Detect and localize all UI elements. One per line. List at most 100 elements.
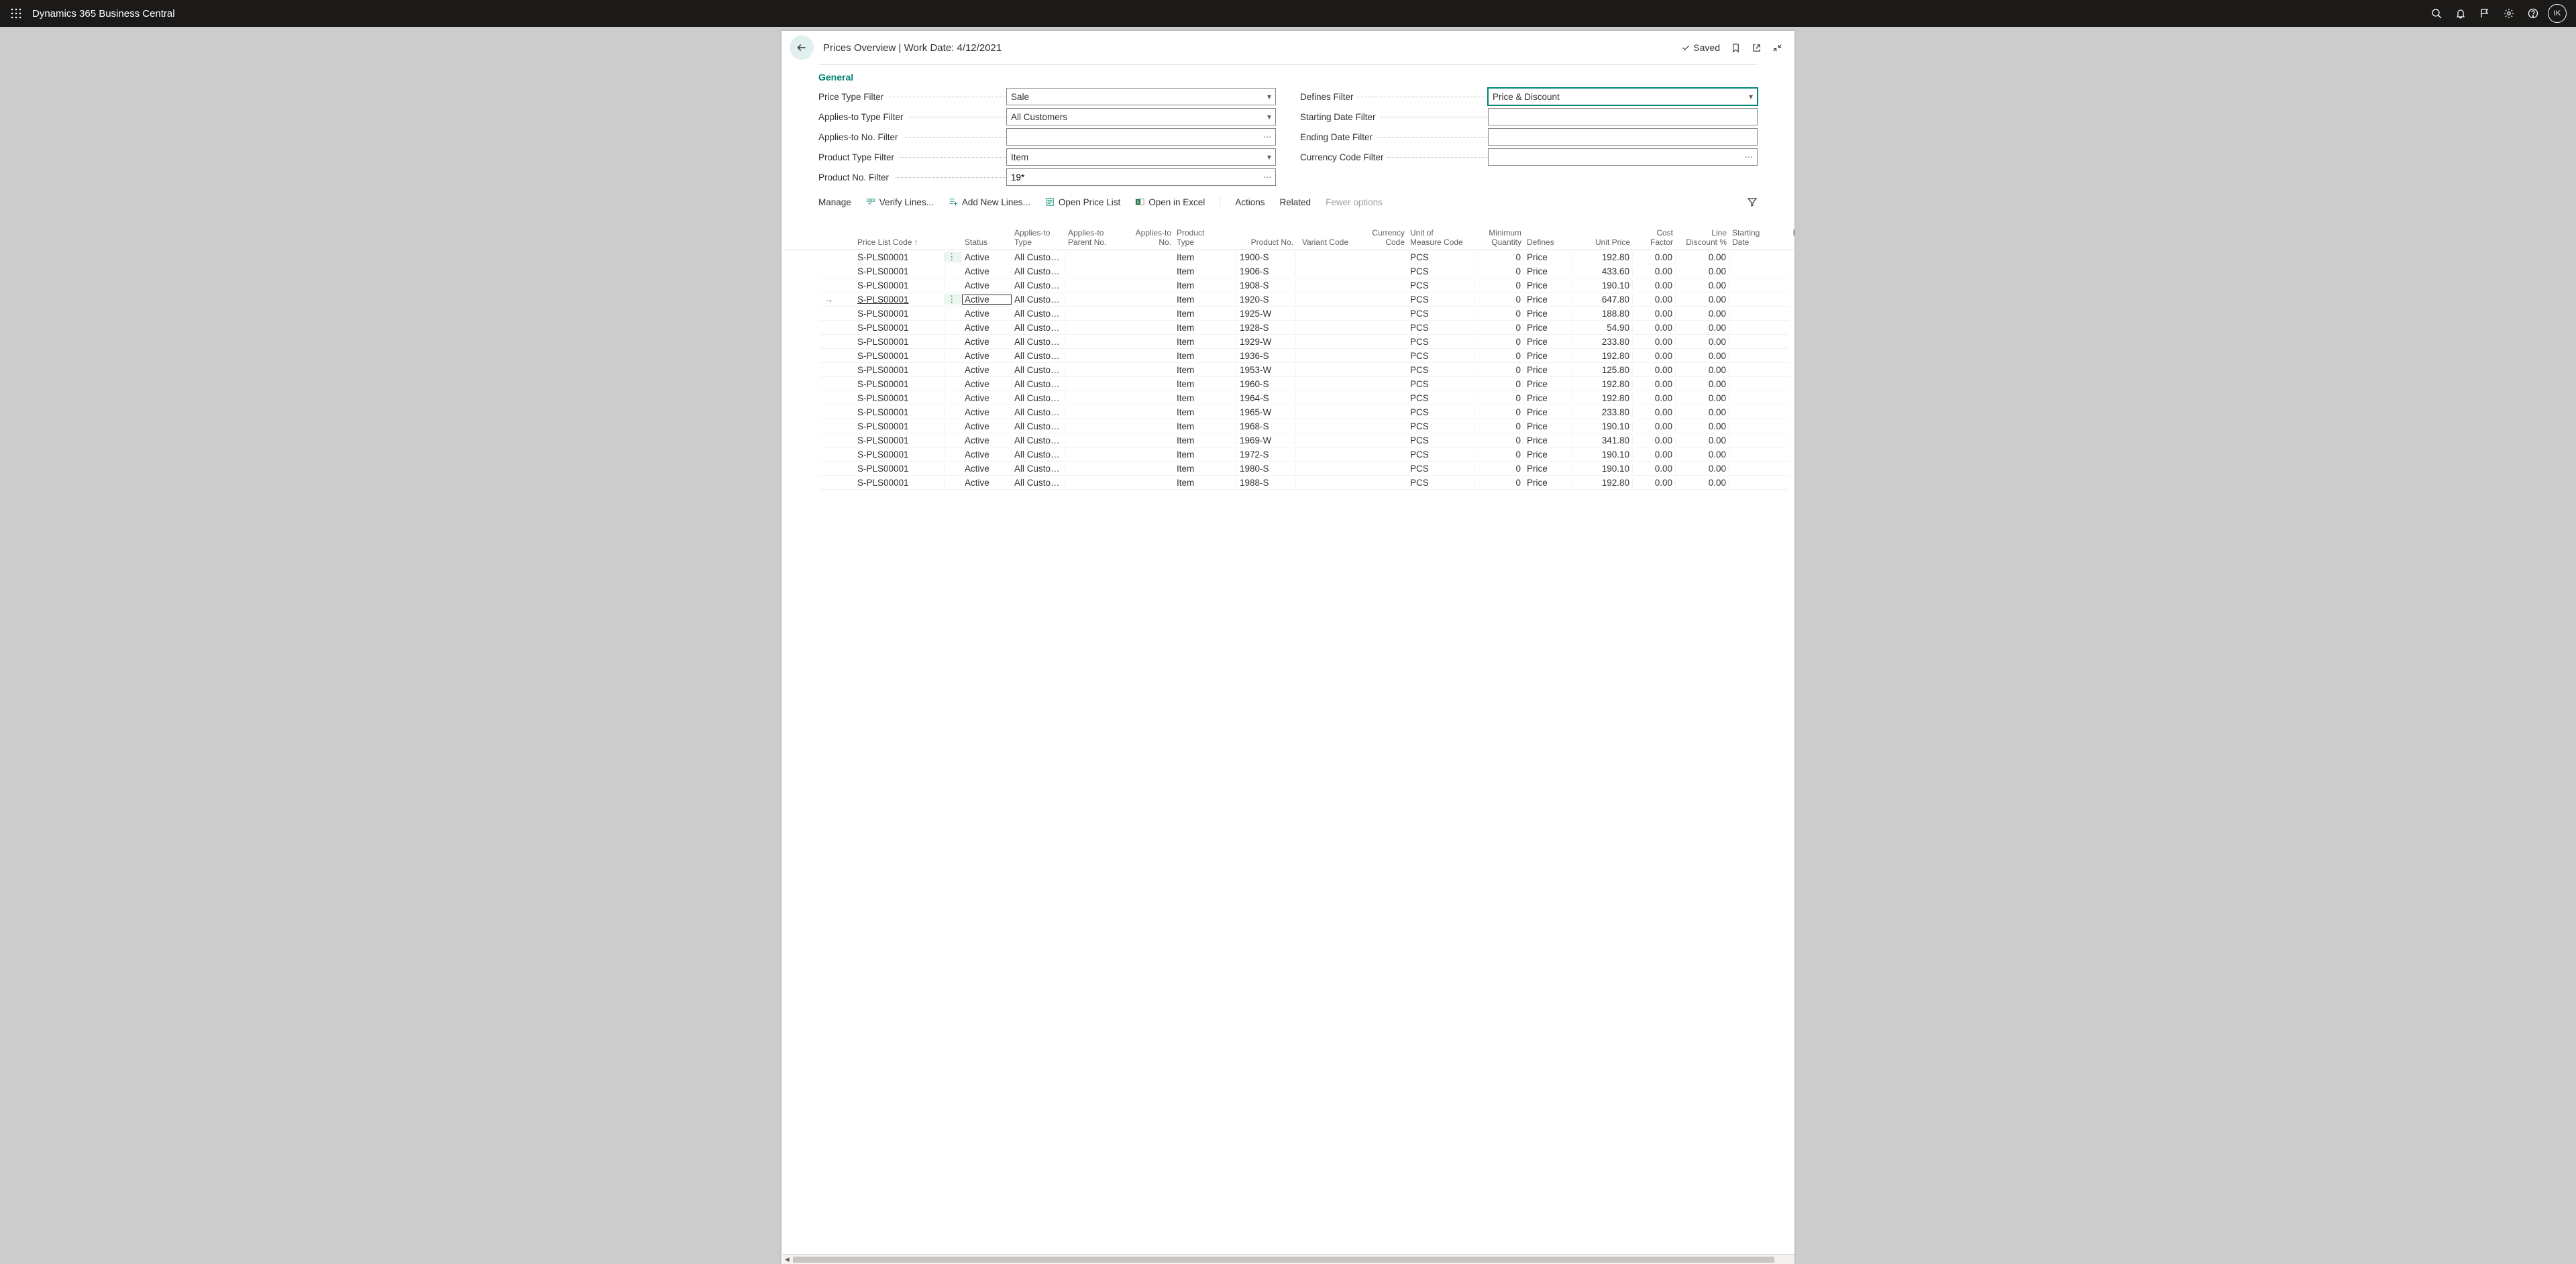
cell-cost-factor[interactable]: 0.00 <box>1633 295 1676 305</box>
cell-cost-factor[interactable]: 0.00 <box>1633 393 1676 403</box>
cell-cost-factor[interactable]: 0.00 <box>1633 435 1676 445</box>
cell-min-qty[interactable]: 0 <box>1474 379 1524 389</box>
cell-price-list-code[interactable]: S-PLS00001 <box>855 351 945 361</box>
cell-applies-to-type[interactable]: All Custome… <box>1012 464 1065 474</box>
lookup-icon[interactable]: ⋯ <box>1263 172 1271 182</box>
cell-product-no[interactable]: 1936-S <box>1237 351 1296 361</box>
col-applies-to-no[interactable]: Applies-to No. <box>1119 229 1174 248</box>
cell-defines[interactable]: Price <box>1524 266 1572 276</box>
col-applies-to-parent-no[interactable]: Applies-to Parent No. <box>1065 229 1119 248</box>
table-row[interactable]: S-PLS00001 Active All Custome… Item 1929… <box>820 335 1789 349</box>
cell-product-no[interactable]: 1988-S <box>1237 478 1296 488</box>
cell-defines[interactable]: Price <box>1524 464 1572 474</box>
search-icon[interactable] <box>2424 0 2449 27</box>
cell-line-discount[interactable]: 0.00 <box>1676 309 1729 319</box>
cell-price-list-code[interactable]: S-PLS00001 <box>855 280 945 291</box>
cell-min-qty[interactable]: 0 <box>1474 407 1524 417</box>
cell-defines[interactable]: Price <box>1524 280 1572 291</box>
horizontal-scrollbar[interactable]: ◂ <box>783 1254 1794 1264</box>
cell-status[interactable]: Active <box>962 407 1012 417</box>
cell-line-discount[interactable]: 0.00 <box>1676 464 1729 474</box>
defines-filter-select[interactable]: Price & Discount ▾ <box>1488 88 1758 105</box>
table-row[interactable]: S-PLS00001 Active All Custome… Item 1964… <box>820 391 1789 405</box>
cell-line-discount[interactable]: 0.00 <box>1676 266 1729 276</box>
cell-product-no[interactable]: 1920-S <box>1237 295 1296 305</box>
verify-lines-button[interactable]: Verify Lines... <box>866 197 934 207</box>
cell-min-qty[interactable]: 0 <box>1474 295 1524 305</box>
notifications-icon[interactable] <box>2449 0 2473 27</box>
cell-applies-to-type[interactable]: All Custome… <box>1012 295 1065 305</box>
cell-product-type[interactable]: Item <box>1174 252 1237 262</box>
cell-status[interactable]: Active <box>962 309 1012 319</box>
ending-date-filter-input[interactable] <box>1488 128 1758 146</box>
cell-status[interactable]: Active <box>962 421 1012 431</box>
cell-min-qty[interactable]: 0 <box>1474 323 1524 333</box>
cell-applies-to-type[interactable]: All Custome… <box>1012 421 1065 431</box>
cell-product-type[interactable]: Item <box>1174 450 1237 460</box>
cell-unit-price[interactable]: 192.80 <box>1572 351 1633 361</box>
cell-uom[interactable]: PCS <box>1407 351 1474 361</box>
cell-cost-factor[interactable]: 0.00 <box>1633 252 1676 262</box>
cell-uom[interactable]: PCS <box>1407 393 1474 403</box>
cell-product-type[interactable]: Item <box>1174 393 1237 403</box>
cell-unit-price[interactable]: 125.80 <box>1572 365 1633 375</box>
cell-uom[interactable]: PCS <box>1407 478 1474 488</box>
lookup-icon[interactable]: ⋯ <box>1745 152 1753 162</box>
cell-status[interactable]: Active <box>962 351 1012 361</box>
price-type-filter-select[interactable]: Sale ▾ <box>1006 88 1276 105</box>
col-unit-price[interactable]: Unit Price <box>1572 238 1633 248</box>
cell-status[interactable]: Active <box>962 280 1012 291</box>
cell-defines[interactable]: Price <box>1524 393 1572 403</box>
cell-defines[interactable]: Price <box>1524 450 1572 460</box>
cell-product-no[interactable]: 1980-S <box>1237 464 1296 474</box>
cell-defines[interactable]: Price <box>1524 379 1572 389</box>
cell-min-qty[interactable]: 0 <box>1474 478 1524 488</box>
table-row[interactable]: S-PLS00001 Active All Custome… Item 1906… <box>820 264 1789 278</box>
cell-applies-to-type[interactable]: All Custome… <box>1012 365 1065 375</box>
cell-cost-factor[interactable]: 0.00 <box>1633 323 1676 333</box>
cell-line-discount[interactable]: 0.00 <box>1676 295 1729 305</box>
cell-price-list-code[interactable]: S-PLS00001 <box>855 421 945 431</box>
cell-applies-to-type[interactable]: All Custome… <box>1012 323 1065 333</box>
cell-unit-price[interactable]: 233.80 <box>1572 407 1633 417</box>
cell-status[interactable]: Active <box>962 295 1012 305</box>
cell-defines[interactable]: Price <box>1524 351 1572 361</box>
cell-unit-price[interactable]: 341.80 <box>1572 435 1633 445</box>
cell-product-no[interactable]: 1900-S <box>1237 252 1296 262</box>
cell-status[interactable]: Active <box>962 365 1012 375</box>
add-new-lines-button[interactable]: Add New Lines... <box>949 197 1030 207</box>
cell-unit-price[interactable]: 54.90 <box>1572 323 1633 333</box>
cell-uom[interactable]: PCS <box>1407 280 1474 291</box>
table-row[interactable]: S-PLS00001 Active All Custome… Item 1908… <box>820 278 1789 293</box>
col-min-qty[interactable]: Minimum Quantity <box>1474 229 1524 248</box>
cell-product-type[interactable]: Item <box>1174 337 1237 347</box>
table-row[interactable]: S-PLS00001 Active All Custome… Item 1988… <box>820 476 1789 490</box>
cell-uom[interactable]: PCS <box>1407 421 1474 431</box>
col-product-no[interactable]: Product No. <box>1237 238 1296 248</box>
cell-line-discount[interactable]: 0.00 <box>1676 252 1729 262</box>
cell-product-type[interactable]: Item <box>1174 379 1237 389</box>
cell-product-no[interactable]: 1928-S <box>1237 323 1296 333</box>
currency-code-filter-input[interactable]: ⋯ <box>1488 148 1758 166</box>
product-no-filter-value[interactable] <box>1011 172 1263 182</box>
cell-applies-to-type[interactable]: All Custome… <box>1012 450 1065 460</box>
cell-status[interactable]: Active <box>962 323 1012 333</box>
cell-product-type[interactable]: Item <box>1174 407 1237 417</box>
cell-product-no[interactable]: 1925-W <box>1237 309 1296 319</box>
user-avatar[interactable]: IK <box>2545 0 2569 27</box>
cell-product-type[interactable]: Item <box>1174 478 1237 488</box>
cell-unit-price[interactable]: 647.80 <box>1572 295 1633 305</box>
cell-cost-factor[interactable]: 0.00 <box>1633 450 1676 460</box>
cell-price-list-code[interactable]: S-PLS00001 <box>855 393 945 403</box>
cell-min-qty[interactable]: 0 <box>1474 450 1524 460</box>
cell-min-qty[interactable]: 0 <box>1474 393 1524 403</box>
settings-gear-icon[interactable] <box>2497 0 2521 27</box>
cell-line-discount[interactable]: 0.00 <box>1676 478 1729 488</box>
scrollbar-thumb[interactable] <box>793 1257 1774 1263</box>
manage-menu[interactable]: Manage <box>818 197 851 207</box>
cell-min-qty[interactable]: 0 <box>1474 351 1524 361</box>
table-row[interactable]: S-PLS00001 Active All Custome… Item 1972… <box>820 447 1789 462</box>
cell-defines[interactable]: Price <box>1524 309 1572 319</box>
cell-unit-price[interactable]: 190.10 <box>1572 450 1633 460</box>
cell-defines[interactable]: Price <box>1524 323 1572 333</box>
